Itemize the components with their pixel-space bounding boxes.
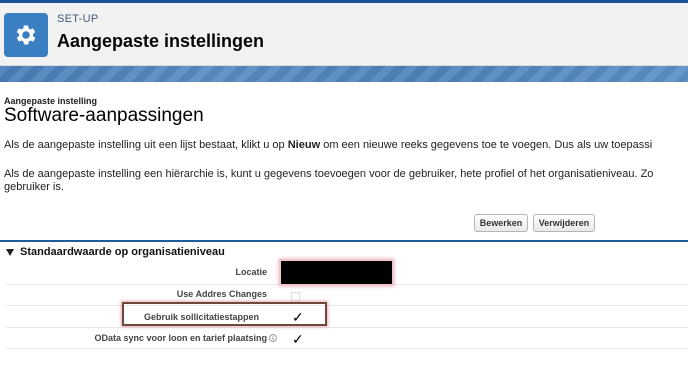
row-divider — [6, 348, 688, 349]
checkmark-icon: ✓ — [292, 331, 304, 347]
use-addres-changes-checkbox — [291, 292, 300, 301]
description-hierarchy-line2: gebruiker is. — [4, 181, 64, 193]
checkmark-icon: ✓ — [292, 309, 304, 325]
info-circle-icon — [269, 334, 277, 342]
setup-gear-icon — [4, 13, 48, 57]
page-header: SET-UP Aangepaste instellingen — [0, 3, 688, 66]
help-info-icon[interactable] — [269, 334, 277, 342]
section-divider — [0, 240, 688, 242]
gebruik-sollicitatiestappen-label: Gebruik sollicitatiestappen — [144, 312, 260, 322]
main-content: Aangepaste instelling Software-aanpassin… — [0, 82, 688, 365]
section-title: Standaardwaarde op organisatieniveau — [20, 246, 225, 258]
row-divider — [6, 305, 688, 306]
page-title: Software-aanpassingen — [4, 105, 204, 126]
description-hierarchy: Als de aangepaste instelling een hiërarc… — [4, 168, 653, 194]
use-addres-changes-label: Use Addres Changes — [176, 289, 267, 299]
nieuw-emphasis: Nieuw — [287, 139, 321, 151]
header-title: Aangepaste instellingen — [57, 31, 265, 51]
edit-button[interactable]: Bewerken — [474, 214, 528, 232]
row-divider — [6, 284, 688, 285]
description-hierarchy-line1: Als de aangepaste instelling een hiërarc… — [4, 168, 654, 180]
row-divider — [6, 327, 688, 328]
collapse-triangle-icon[interactable] — [6, 248, 14, 256]
locatie-value-redacted — [281, 261, 392, 284]
section-header[interactable]: Standaardwaarde op organisatieniveau — [6, 246, 225, 258]
description-list: Als de aangepaste instelling uit een lij… — [4, 139, 653, 151]
decorative-band — [0, 66, 688, 82]
odata-sync-label: OData sync voor loon en tarief plaatsing — [94, 333, 267, 343]
locatie-label: Locatie — [235, 267, 267, 277]
header-eyebrow: SET-UP — [57, 13, 99, 25]
delete-button[interactable]: Verwijderen — [533, 214, 595, 232]
gear-icon — [16, 25, 36, 45]
